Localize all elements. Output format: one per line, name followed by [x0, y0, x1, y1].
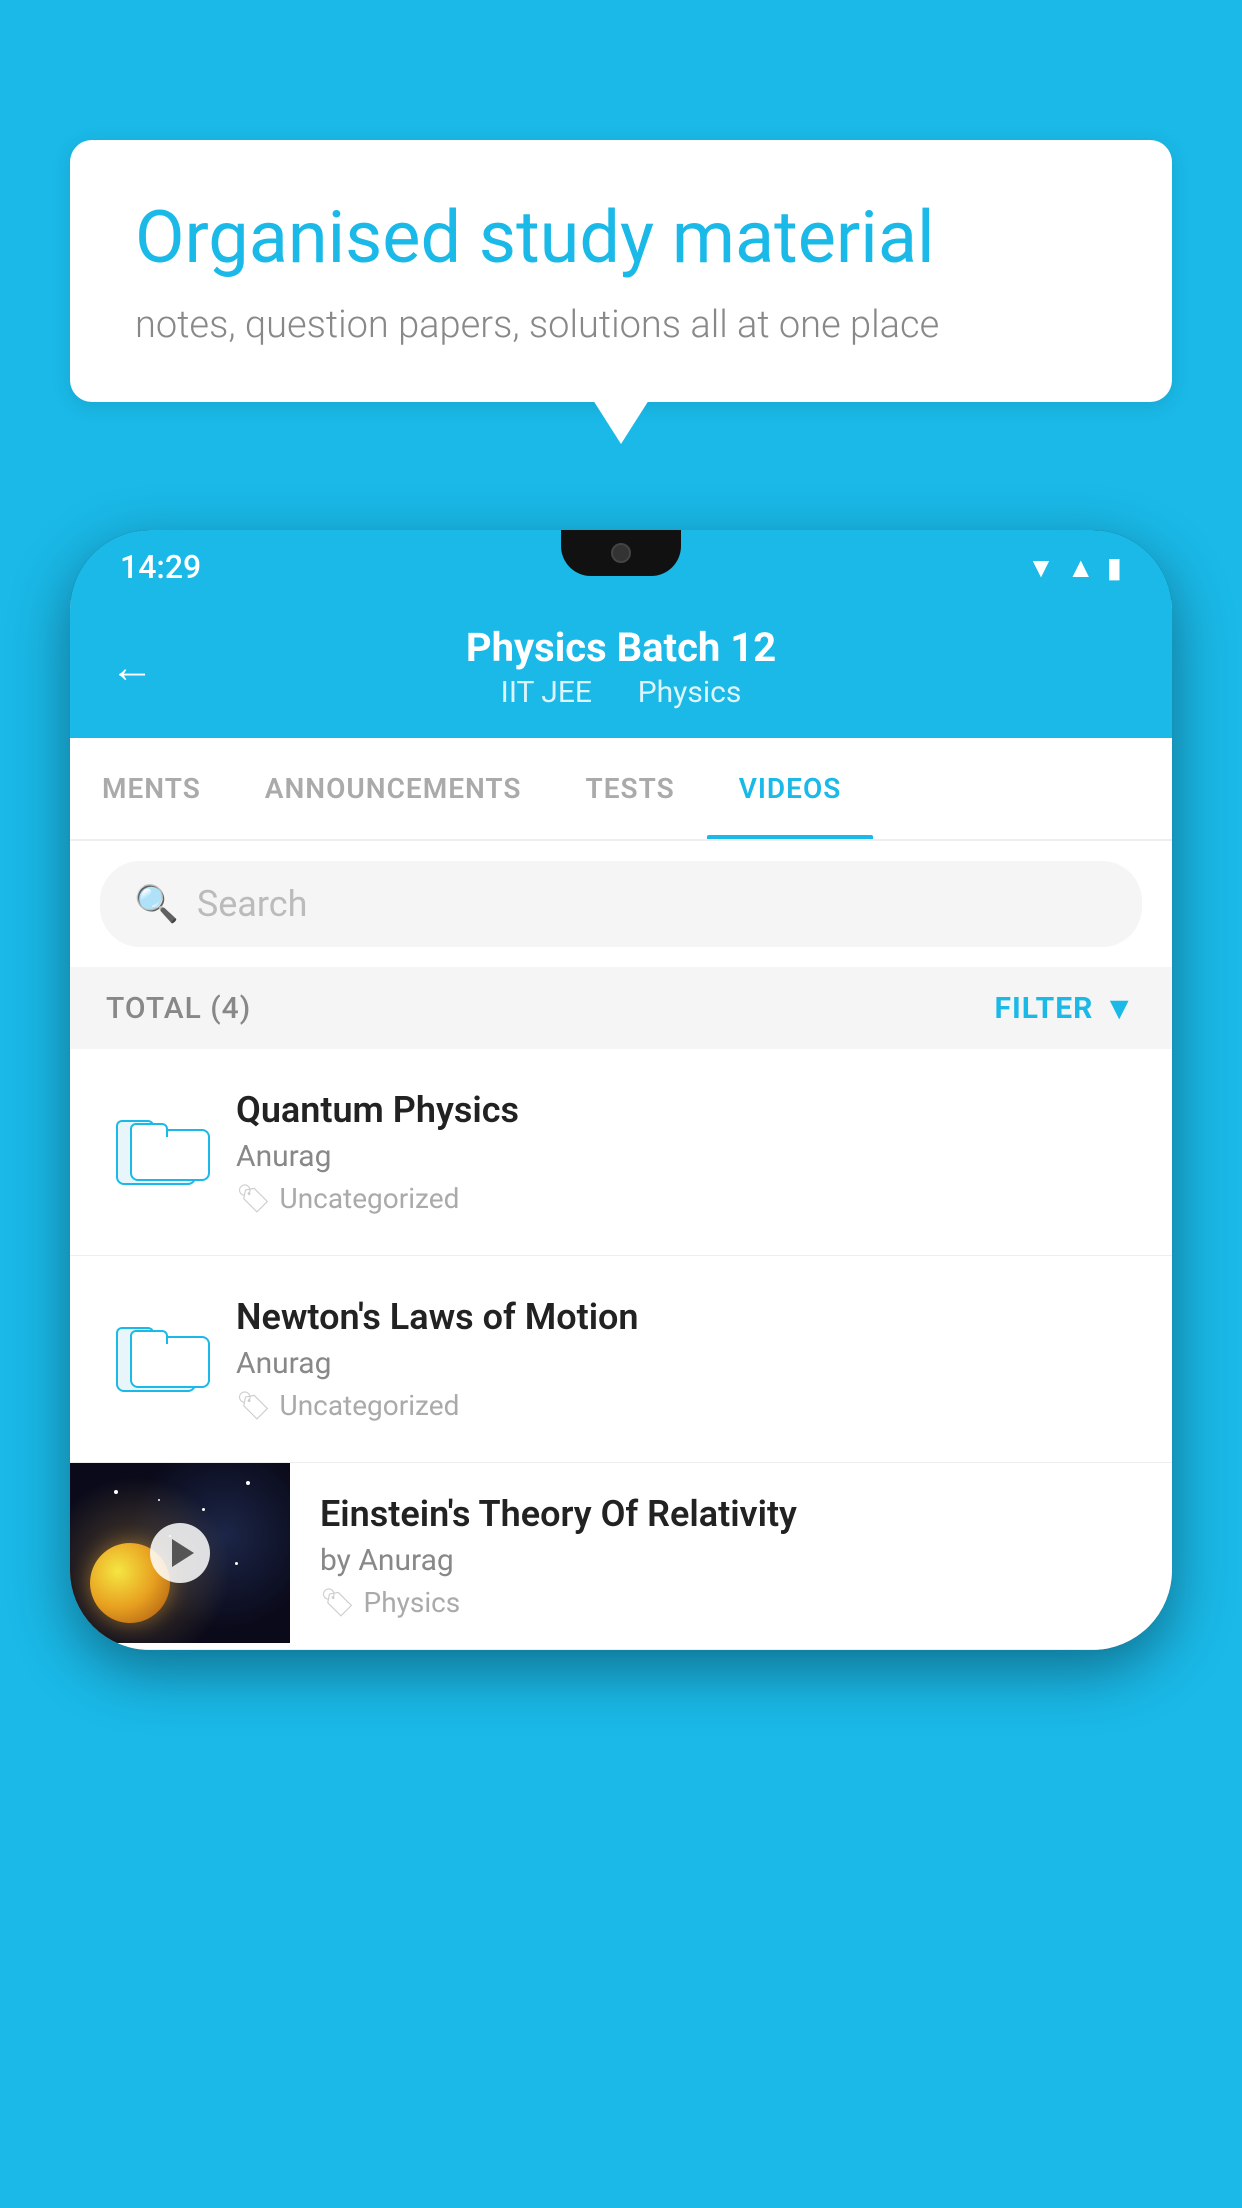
item-author: Anurag: [236, 1346, 1136, 1381]
phone-device: 14:29 ▼ ▲ ▮ ← Physics Batch 12 IIT JEE: [70, 530, 1172, 1650]
header-subtitle: IIT JEE Physics: [466, 675, 776, 710]
tag-label: Uncategorized: [280, 1182, 460, 1215]
item-title: Newton's Laws of Motion: [236, 1296, 1136, 1338]
item-tag: 🏷 Uncategorized: [236, 1182, 1136, 1215]
list-item[interactable]: Quantum Physics Anurag 🏷 Uncategorized: [70, 1049, 1172, 1256]
header-subtitle-part1: IIT JEE: [501, 675, 592, 710]
video-author: by Anurag: [320, 1543, 1136, 1578]
speech-bubble-container: Organised study material notes, question…: [70, 140, 1172, 402]
filter-row: TOTAL (4) FILTER ▼: [70, 967, 1172, 1049]
battery-icon: ▮: [1107, 551, 1122, 584]
app-header: ← Physics Batch 12 IIT JEE Physics: [70, 600, 1172, 738]
speech-bubble-subtext: notes, question papers, solutions all at…: [135, 303, 1107, 347]
video-tag: 🏷 Physics: [320, 1586, 1136, 1619]
tag-icon: 🏷: [320, 1586, 356, 1619]
signal-icon: ▲: [1067, 551, 1095, 584]
item-info: Newton's Laws of Motion Anurag 🏷 Uncateg…: [236, 1296, 1136, 1422]
star: [158, 1499, 160, 1501]
tab-ments[interactable]: MENTS: [70, 738, 233, 839]
item-author: Anurag: [236, 1139, 1136, 1174]
play-triangle: [172, 1539, 194, 1567]
tabs-container: MENTS ANNOUNCEMENTS TESTS VIDEOS: [70, 738, 1172, 841]
filter-label: FILTER: [995, 991, 1094, 1026]
header-subtitle-part2: Physics: [638, 675, 742, 710]
wifi-icon: ▼: [1027, 551, 1055, 584]
total-count: TOTAL (4): [106, 991, 251, 1026]
star: [202, 1508, 205, 1511]
item-tag: 🏷 Uncategorized: [236, 1389, 1136, 1422]
filter-icon: ▼: [1103, 989, 1136, 1027]
content-list: Quantum Physics Anurag 🏷 Uncategorized: [70, 1049, 1172, 1650]
header-title-block: Physics Batch 12 IIT JEE Physics: [466, 624, 776, 710]
item-info: Quantum Physics Anurag 🏷 Uncategorized: [236, 1089, 1136, 1215]
tag-icon: 🏷: [236, 1182, 272, 1215]
tab-videos[interactable]: VIDEOS: [707, 738, 874, 839]
item-icon-area: [106, 1327, 206, 1392]
filter-button[interactable]: FILTER ▼: [995, 989, 1137, 1027]
tag-icon: 🏷: [236, 1389, 272, 1422]
item-title: Quantum Physics: [236, 1089, 1136, 1131]
speech-bubble-heading: Organised study material: [135, 195, 1107, 281]
search-icon: 🔍: [134, 883, 179, 925]
search-bar[interactable]: 🔍 Search: [100, 861, 1142, 947]
folder-icon: [116, 1120, 196, 1185]
video-title: Einstein's Theory Of Relativity: [320, 1493, 1136, 1535]
star: [235, 1562, 238, 1565]
search-container: 🔍 Search: [70, 841, 1172, 967]
play-button[interactable]: [150, 1523, 210, 1583]
status-time: 14:29: [120, 548, 201, 586]
list-item[interactable]: Newton's Laws of Motion Anurag 🏷 Uncateg…: [70, 1256, 1172, 1463]
phone-notch: [561, 530, 681, 576]
camera: [611, 543, 631, 563]
thumbnail-info: Einstein's Theory Of Relativity by Anura…: [320, 1463, 1136, 1649]
status-bar: 14:29 ▼ ▲ ▮: [70, 530, 1172, 600]
star: [114, 1490, 118, 1494]
star: [246, 1481, 250, 1485]
item-icon-area: [106, 1120, 206, 1185]
tag-label: Uncategorized: [280, 1389, 460, 1422]
tab-announcements[interactable]: ANNOUNCEMENTS: [233, 738, 554, 839]
phone-wrapper: 14:29 ▼ ▲ ▮ ← Physics Batch 12 IIT JEE: [70, 530, 1172, 2208]
list-item-thumbnail[interactable]: Einstein's Theory Of Relativity by Anura…: [70, 1463, 1172, 1650]
status-icons: ▼ ▲ ▮: [1027, 551, 1122, 584]
back-button[interactable]: ←: [110, 641, 154, 693]
tab-tests[interactable]: TESTS: [554, 738, 707, 839]
speech-bubble: Organised study material notes, question…: [70, 140, 1172, 402]
phone-screen: ← Physics Batch 12 IIT JEE Physics MENTS…: [70, 600, 1172, 1650]
header-title: Physics Batch 12: [466, 624, 776, 671]
tag-label: Physics: [364, 1586, 461, 1619]
folder-icon: [116, 1327, 196, 1392]
thumbnail-area: [70, 1463, 290, 1643]
search-placeholder: Search: [197, 883, 308, 925]
